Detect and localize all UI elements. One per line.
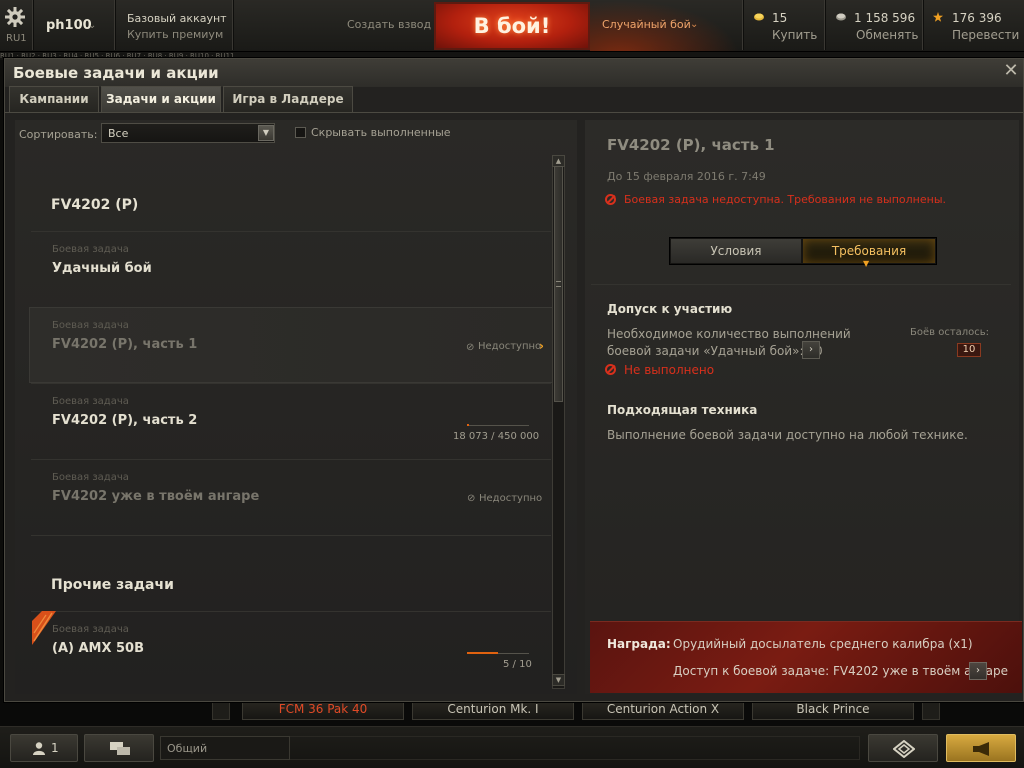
- chat-icon: [110, 742, 130, 755]
- group-title: FV4202 (P): [51, 197, 139, 213]
- admission-line2: боевой задачи «Удачный бой»: 10: [607, 344, 823, 358]
- reward-item: Орудийный досылатель среднего калибра (x…: [673, 637, 973, 651]
- detail-title: FV4202 (P), часть 1: [607, 136, 775, 154]
- detail-date: До 15 февраля 2016 г. 7:49: [607, 170, 766, 183]
- notifications-button[interactable]: [946, 734, 1016, 762]
- sort-label: Сортировать:: [19, 128, 98, 141]
- reward-label: Награда:: [607, 637, 671, 651]
- quest-row-divider: [31, 535, 551, 573]
- quest-row[interactable]: Боевая задача FV4202 уже в твоём ангаре …: [31, 459, 551, 533]
- user-icon: [33, 742, 45, 755]
- battle-mode-select[interactable]: Случайный бой: [602, 18, 691, 31]
- star-icon: [933, 12, 943, 22]
- quest-name: FV4202 уже в твоём ангаре: [52, 489, 260, 504]
- caret-down-icon: ▼: [863, 259, 870, 268]
- create-platoon-button[interactable]: Создать взвод: [347, 18, 431, 31]
- platoon-button[interactable]: 1: [10, 734, 78, 762]
- credits-icon: [836, 13, 846, 21]
- chevron-down-icon[interactable]: ⌄: [88, 20, 96, 31]
- tab-campaigns[interactable]: Кампании: [9, 86, 99, 112]
- group-title: Прочие задачи: [51, 577, 174, 593]
- hide-completed-label[interactable]: Скрывать выполненные: [311, 126, 451, 139]
- quest-type: Боевая задача: [52, 396, 129, 407]
- tab-ladder[interactable]: Игра в Ладдере: [223, 86, 353, 112]
- detail-divider: [591, 284, 1011, 285]
- grip-icon: [556, 281, 561, 287]
- sort-dropdown[interactable]: Все: [101, 123, 275, 143]
- detail-warning: Боевая задача недоступна. Требования не …: [624, 193, 947, 206]
- buy-premium-link[interactable]: Купить премиум: [127, 28, 223, 41]
- progress-text: 5 / 10: [503, 659, 532, 670]
- gold-icon: [754, 13, 764, 21]
- quest-type: Боевая задача: [52, 244, 129, 255]
- scroll-down-button[interactable]: ▼: [552, 674, 565, 686]
- account-type: Базовый аккаунт: [127, 12, 227, 25]
- chevron-down-icon[interactable]: ▼: [258, 125, 274, 141]
- vehicle-title: Подходящая техника: [607, 403, 758, 417]
- quest-status: Недоступно: [479, 493, 543, 504]
- quest-name: Удачный бой: [52, 261, 152, 276]
- credits-value: 1 158 596: [854, 11, 916, 25]
- convert-xp-button[interactable]: Перевести: [952, 28, 1019, 42]
- progress-track: [467, 425, 529, 426]
- quest-row[interactable]: Боевая задача FV4202 (P), часть 2 18 073…: [31, 383, 551, 457]
- gold-value: 15: [772, 11, 788, 25]
- chat-channel-input[interactable]: Общий: [160, 736, 290, 760]
- reward-item: Доступ к боевой задаче: FV4202 уже в тво…: [673, 664, 1008, 678]
- progress-text: 18 073 / 450 000: [453, 431, 540, 442]
- platoon-count: 1: [51, 741, 59, 755]
- quest-name: FV4202 (P), часть 1: [52, 337, 198, 352]
- buy-gold-button[interactable]: Купить: [772, 28, 817, 42]
- special-ribbon-icon: [32, 611, 56, 645]
- rhombus-icon: [893, 740, 915, 758]
- dialog-title: Боевые задачи и акции: [13, 64, 219, 82]
- quest-type: Боевая задача: [52, 624, 129, 635]
- clan-button[interactable]: [868, 734, 938, 762]
- battles-left-label: Боёв осталось:: [910, 327, 990, 338]
- tab-quests[interactable]: Задачи и акции: [101, 86, 221, 112]
- lock-icon: ⊘: [467, 493, 476, 504]
- chevron-right-icon[interactable]: ›: [969, 662, 987, 680]
- battles-left-value: 10: [957, 343, 981, 357]
- chevron-right-icon[interactable]: ›: [802, 341, 820, 359]
- lock-icon: ⊘: [466, 342, 475, 353]
- quest-name: (A) AMX 50B: [52, 641, 145, 656]
- quest-row[interactable]: Боевая задача Удачный бой: [31, 231, 551, 305]
- quests-dialog: Боевые задачи и акции ✕ Кампании Задачи …: [4, 58, 1024, 702]
- hide-completed-checkbox[interactable]: [295, 127, 306, 138]
- close-icon[interactable]: ✕: [1001, 61, 1021, 81]
- chevron-down-icon[interactable]: ⌄: [690, 19, 698, 30]
- megaphone-icon: [973, 742, 989, 756]
- requirement-status: Не выполнено: [624, 363, 715, 377]
- battle-button[interactable]: В бой!: [434, 2, 590, 50]
- quest-type: Боевая задача: [52, 472, 129, 483]
- gear-icon[interactable]: [4, 6, 26, 28]
- chevron-right-icon: ›: [539, 339, 544, 353]
- nickname[interactable]: ph100: [46, 18, 92, 33]
- progress-fill: [467, 652, 498, 654]
- forbidden-icon: [605, 194, 616, 205]
- vehicle-text: Выполнение боевой задачи доступно на люб…: [607, 428, 968, 442]
- forbidden-icon: [605, 364, 616, 375]
- quest-status: Недоступно: [478, 341, 542, 352]
- quest-name: FV4202 (P), часть 2: [52, 413, 198, 428]
- tab-divider: [5, 112, 1023, 113]
- quest-row[interactable]: Боевая задача (A) AMX 50B 5 / 10: [31, 611, 551, 685]
- xp-value: 176 396: [952, 11, 1002, 25]
- reward-panel: [590, 621, 1022, 693]
- progress-fill: [467, 424, 469, 426]
- chat-button[interactable]: [84, 734, 154, 762]
- server-label[interactable]: RU1: [6, 33, 27, 44]
- quest-row-selected[interactable]: Боевая задача FV4202 (P), часть 1 ⊘ Недо…: [29, 307, 553, 383]
- exchange-button[interactable]: Обменять: [856, 28, 918, 42]
- quest-type: Боевая задача: [52, 320, 129, 331]
- admission-line1: Необходимое количество выполнений: [607, 327, 851, 341]
- admission-title: Допуск к участию: [607, 302, 733, 316]
- segment-conditions[interactable]: Условия: [671, 239, 801, 263]
